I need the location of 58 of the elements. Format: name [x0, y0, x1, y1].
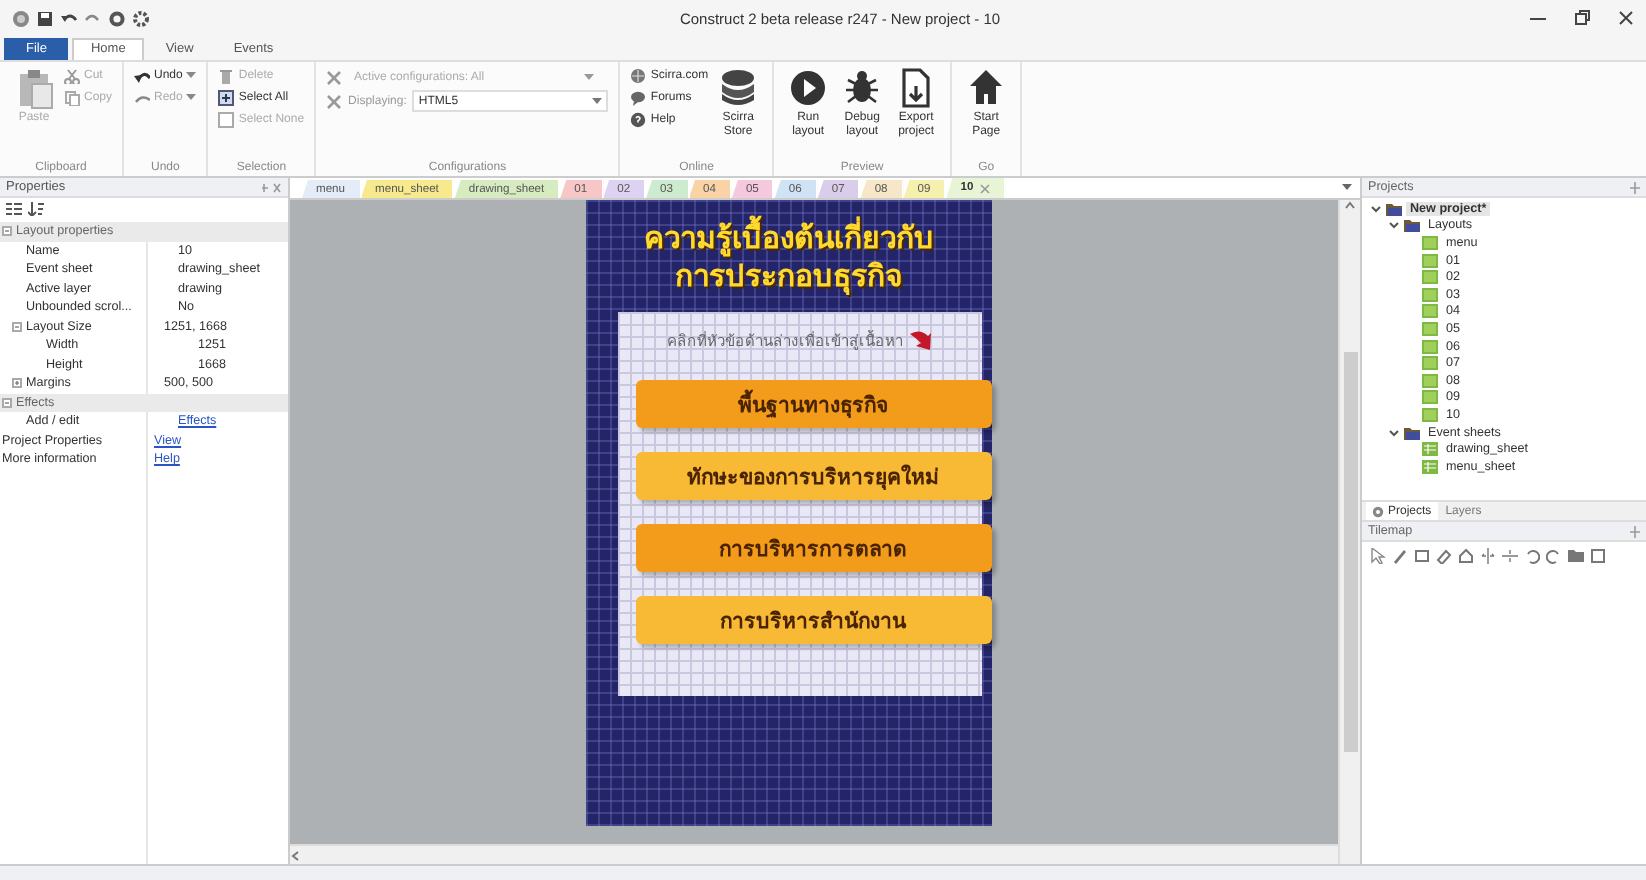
stack-icon — [718, 66, 759, 110]
topic-button[interactable]: การบริหารสำนักงาน — [635, 596, 991, 644]
restore-icon[interactable] — [1574, 10, 1590, 26]
arrow-icon — [907, 328, 931, 352]
collapse-icon[interactable] — [12, 321, 22, 332]
caret-icon — [186, 94, 197, 102]
rotate-right-icon[interactable] — [1546, 548, 1562, 564]
close-icon[interactable] — [1618, 10, 1634, 26]
chat-icon — [630, 90, 647, 106]
pin-icon[interactable] — [1630, 525, 1640, 537]
layout-title: ความรู้เบื้องต้นเกี่ยวกับ — [644, 220, 934, 258]
folder-icon — [1404, 425, 1420, 440]
tab-list-caret-icon[interactable] — [1342, 184, 1352, 192]
cursor-icon[interactable] — [1370, 548, 1386, 564]
house-icon[interactable] — [1458, 548, 1474, 564]
folder-icon[interactable] — [1568, 548, 1584, 564]
chevron-down-icon[interactable] — [1388, 220, 1400, 231]
sort-icon[interactable] — [28, 202, 44, 216]
flip-horizontal-icon[interactable] — [1480, 548, 1496, 564]
redo-icon — [134, 90, 151, 106]
pin-icon[interactable] — [1630, 181, 1640, 193]
chevron-down-icon[interactable] — [1370, 203, 1382, 214]
flip-vertical-icon[interactable] — [1502, 548, 1518, 564]
pencil-icon[interactable] — [1392, 548, 1408, 564]
tile-icon — [1422, 235, 1438, 250]
topic-button[interactable]: ทักษะของการบริหารยุคใหม่ — [635, 452, 991, 500]
help-icon — [630, 112, 647, 128]
undo-icon[interactable] — [60, 9, 78, 27]
undo-icon — [134, 68, 151, 84]
rotate-left-icon[interactable] — [1524, 548, 1540, 564]
home-icon — [966, 66, 1007, 110]
rectangle-icon[interactable] — [1414, 548, 1430, 564]
play-icon — [788, 66, 829, 110]
select-all-icon — [218, 90, 235, 106]
app-logo-icon — [12, 9, 30, 27]
copy-icon — [64, 90, 80, 106]
caret-icon — [592, 97, 603, 105]
record-icon[interactable] — [108, 9, 126, 27]
trash-icon — [218, 68, 235, 84]
caret-icon — [584, 73, 595, 81]
gear-icon[interactable] — [132, 9, 150, 27]
categorized-icon[interactable] — [6, 202, 22, 216]
expand-icon[interactable] — [12, 378, 22, 389]
collapse-icon[interactable] — [2, 226, 12, 237]
eraser-icon[interactable] — [1436, 548, 1452, 564]
pin-close-icon[interactable] — [262, 181, 282, 193]
project-icon — [1372, 505, 1384, 517]
topic-button[interactable]: การบริหารการตลาด — [635, 524, 991, 572]
chevron-down-icon[interactable] — [1388, 427, 1400, 438]
globe-icon — [630, 68, 647, 84]
layout-title: การประกอบธุรกิจ — [675, 258, 903, 296]
caret-icon — [186, 72, 197, 80]
scrollbar-thumb[interactable] — [1343, 352, 1357, 752]
topic-button[interactable]: พื้นฐานทางธุรกิจ — [635, 380, 991, 428]
collapse-icon[interactable] — [2, 397, 12, 408]
clipboard-icon — [14, 66, 54, 110]
scissors-icon — [64, 68, 80, 84]
checkbox-icon — [218, 112, 235, 128]
